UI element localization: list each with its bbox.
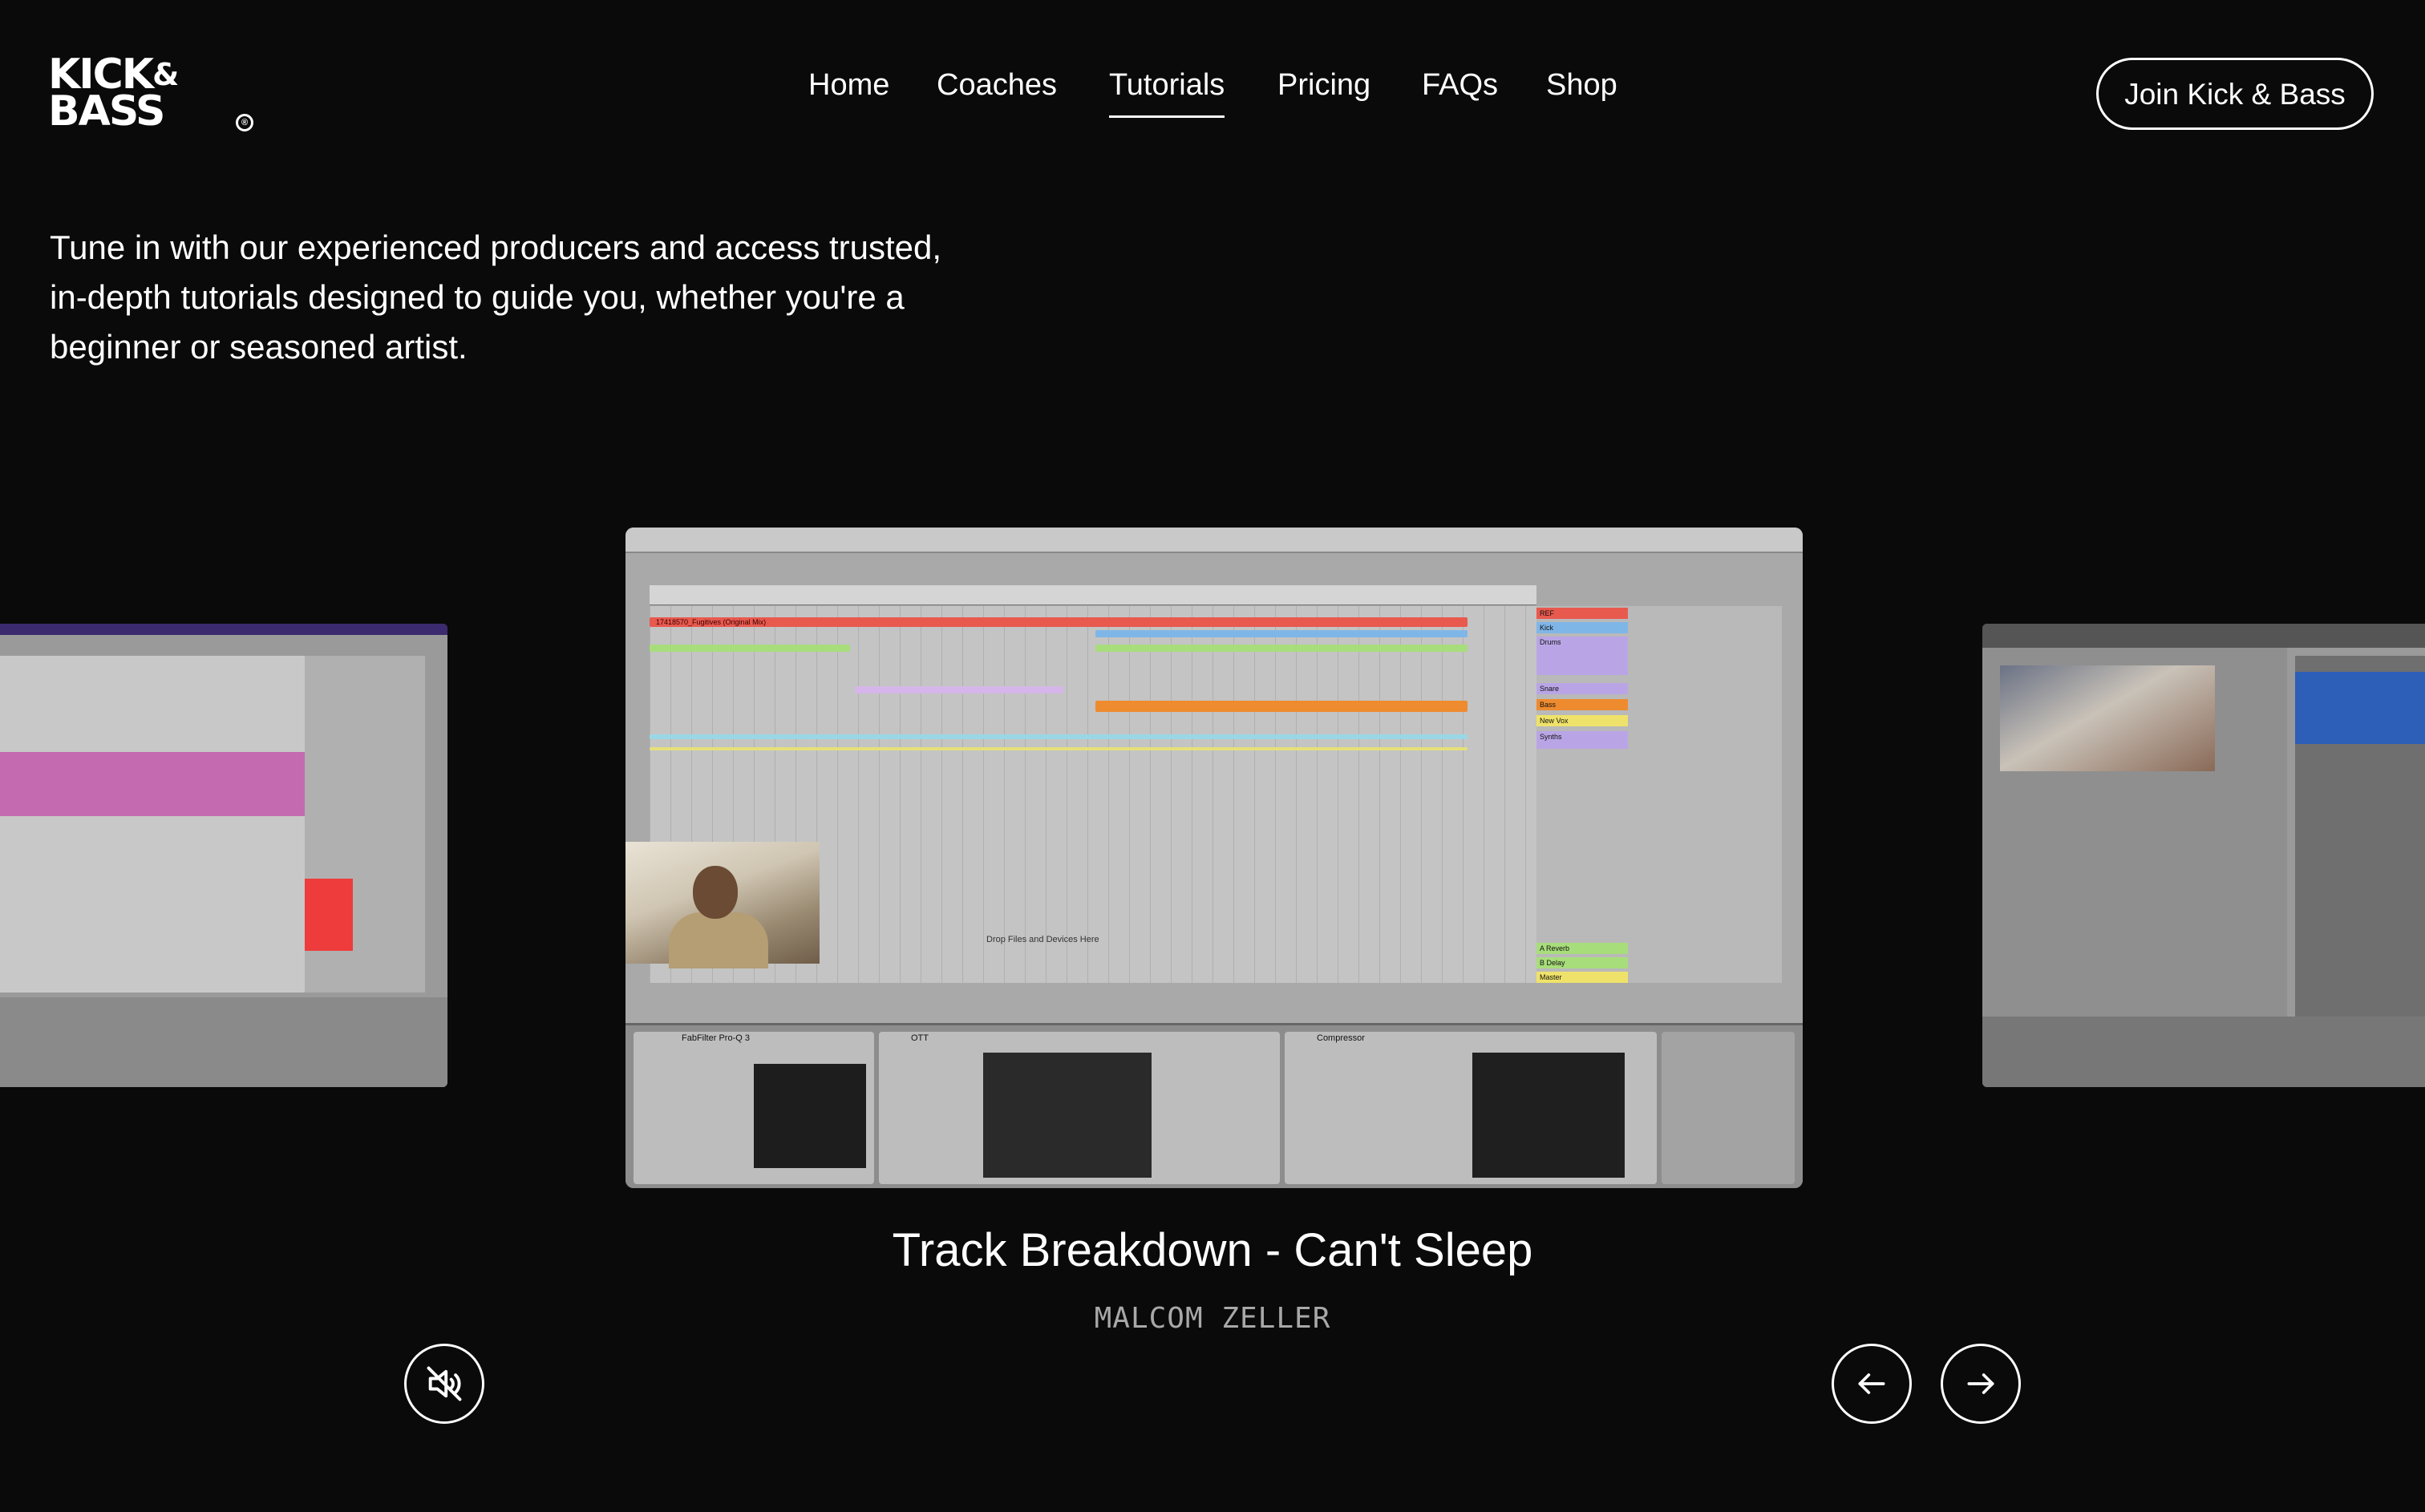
clip-synths [650, 734, 1468, 739]
clip-drums [650, 645, 850, 652]
presenter-head [693, 866, 738, 919]
screen-webcam [2000, 665, 2215, 771]
device-panel: FabFilter Pro-Q 3 [634, 1032, 874, 1184]
device-name: OTT [911, 1033, 929, 1043]
clip-ref: 17418570_Fugitives (Original Mix) [650, 617, 1468, 627]
intro-line: Tune in with our experienced producers a… [50, 228, 942, 266]
nav-pricing[interactable]: Pricing [1277, 67, 1370, 103]
presenter-body [669, 912, 768, 968]
device-panel: OTT [879, 1032, 1280, 1184]
track-name: Kick [1536, 622, 1628, 633]
screen-devices [1982, 1017, 2425, 1087]
clip-synths [650, 747, 1468, 750]
track-name: A Reverb [1536, 943, 1628, 954]
next-slide-button[interactable] [1941, 1344, 2021, 1424]
daw-track-headers: REF Kick Drums Snare Bass New Vox Synths… [1536, 606, 1782, 983]
device-panel: Compressor [1285, 1032, 1657, 1184]
track-name: B Delay [1536, 957, 1628, 968]
nav-faqs[interactable]: FAQs [1422, 67, 1498, 103]
compressor-graph [1472, 1053, 1625, 1178]
daw-device-chain: FabFilter Pro-Q 3 OTT Compressor [625, 1023, 1803, 1188]
intro-line: in-depth tutorials designed to guide you… [50, 278, 905, 316]
clip-snare [855, 686, 1063, 693]
track-name: Drums [1536, 637, 1628, 675]
nav-shop[interactable]: Shop [1546, 67, 1617, 103]
nav-coaches[interactable]: Coaches [937, 67, 1057, 103]
track-name: REF [1536, 608, 1628, 619]
device-name: FabFilter Pro-Q 3 [682, 1033, 750, 1043]
clip-bass [1095, 701, 1468, 712]
screen-arrangement [0, 656, 305, 993]
carousel-slide-next[interactable] [1982, 624, 2425, 1087]
intro-line: beginner or seasoned artist. [50, 328, 468, 366]
daw-toolbar [625, 528, 1803, 553]
arrow-right-icon [1967, 1373, 1994, 1394]
screen-clip-pink [0, 752, 305, 816]
track-name: Snare [1536, 683, 1628, 694]
nav-home[interactable]: Home [808, 67, 889, 103]
screen-clip-blue [2295, 672, 2425, 744]
device-display [983, 1053, 1152, 1178]
screen-toolbar [1982, 624, 2425, 648]
track-name: New Vox [1536, 715, 1628, 726]
screen-red-track [305, 879, 353, 951]
device-name: Compressor [1317, 1033, 1365, 1043]
drop-files-label: Drop Files and Devices Here [986, 935, 1099, 944]
intro-text: Tune in with our experienced producers a… [50, 223, 1060, 372]
track-name: Master [1536, 972, 1628, 983]
screen-menubar [0, 624, 447, 635]
clip-ref-label: 17418570_Fugitives (Original Mix) [656, 618, 767, 626]
previous-slide-button[interactable] [1832, 1344, 1912, 1424]
main-nav: Home Coaches Tutorials Pricing FAQs Shop [0, 67, 2425, 118]
clip-drums [1095, 645, 1468, 652]
arrow-left-icon [1858, 1373, 1885, 1394]
speaker-muted-icon [427, 1366, 462, 1401]
screen-devices [0, 997, 447, 1087]
registered-mark-icon: ® [236, 114, 253, 131]
track-name: Synths [1536, 731, 1628, 749]
slide-title: Track Breakdown - Can't Sleep [892, 1224, 1533, 1276]
clip-kick [1095, 630, 1468, 637]
join-button[interactable]: Join Kick & Bass [2096, 58, 2374, 130]
presenter-webcam [625, 842, 820, 968]
nav-tutorials[interactable]: Tutorials [1109, 67, 1225, 118]
device-display [754, 1064, 866, 1168]
mute-toggle-button[interactable] [404, 1344, 484, 1424]
carousel-slide-previous[interactable] [0, 624, 447, 1087]
device-drop-area [1662, 1032, 1795, 1184]
slide-author: MALCOM ZELLER [1094, 1302, 1331, 1335]
daw-ruler [650, 585, 1536, 605]
carousel-slide-current[interactable]: 17418570_Fugitives (Original Mix) Drop F… [625, 528, 1803, 1188]
track-name: Bass [1536, 699, 1628, 710]
